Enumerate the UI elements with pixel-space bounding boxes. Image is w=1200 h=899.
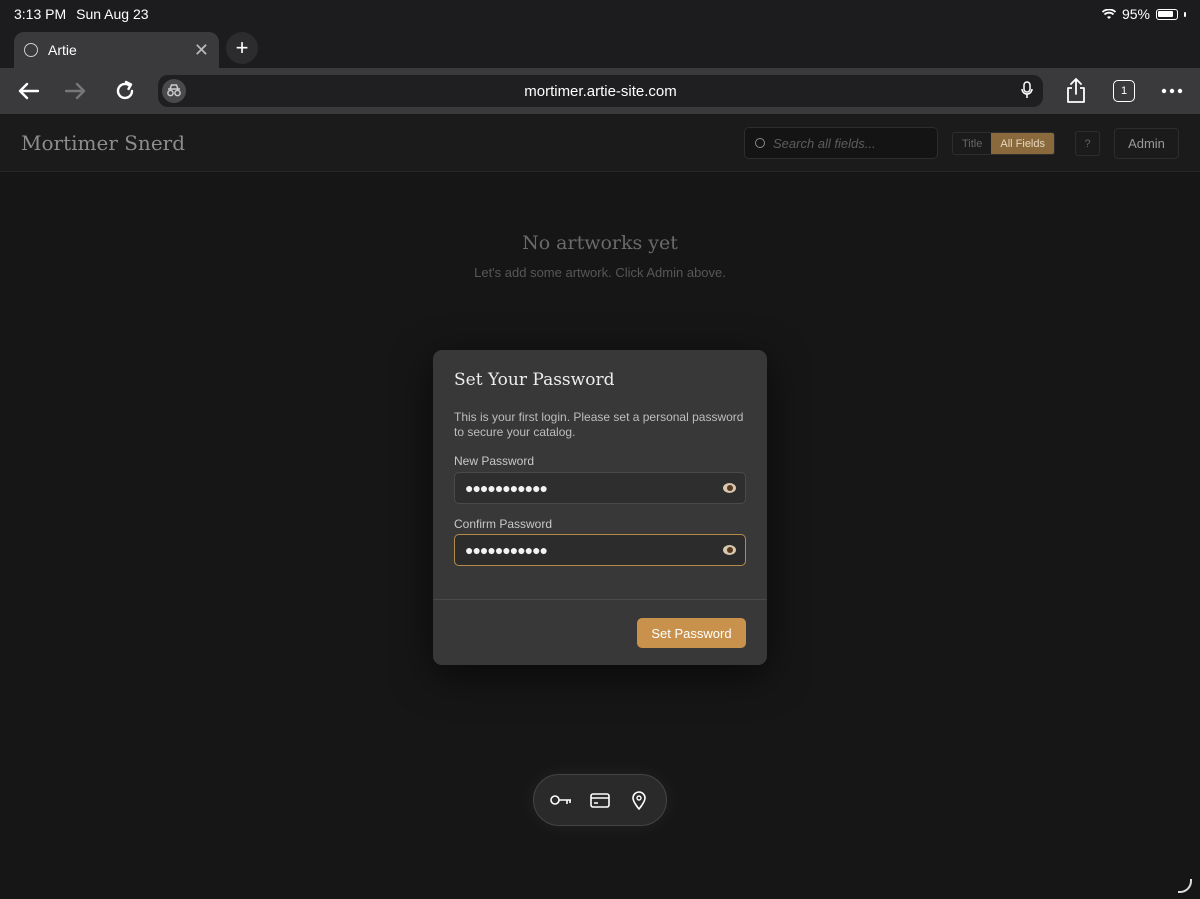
browser-toolbar: mortimer.artie-site.com 1 <box>0 68 1200 114</box>
toolbar-right: 1 <box>1065 68 1200 114</box>
search-input[interactable]: Search all fields... <box>744 127 938 159</box>
privacy-icon[interactable] <box>162 79 186 103</box>
confirm-password-label: Confirm Password <box>454 517 553 531</box>
microphone-icon[interactable] <box>1021 81 1033 99</box>
dialog-divider <box>433 599 767 600</box>
credit-card-icon[interactable] <box>588 788 612 812</box>
new-password-label: New Password <box>454 454 535 468</box>
wifi-icon <box>1101 8 1116 19</box>
share-icon[interactable] <box>1065 78 1087 104</box>
set-password-dialog: Set Your Password This is your first log… <box>433 350 767 665</box>
toggle-all-fields[interactable]: All Fields <box>991 133 1054 154</box>
reload-icon[interactable] <box>111 77 139 105</box>
help-button[interactable]: ? <box>1075 131 1100 156</box>
resize-handle-icon[interactable] <box>1178 879 1192 893</box>
new-password-field[interactable]: ●●●●●●●●●●● <box>454 472 746 504</box>
set-password-button[interactable]: Set Password <box>637 618 746 648</box>
status-time: 3:13 PM <box>14 6 67 22</box>
site-header: Mortimer Snerd Search all fields... Titl… <box>0 114 1200 172</box>
browser-tab[interactable]: Artie ✕ <box>14 32 219 68</box>
battery-icon <box>1156 8 1178 20</box>
search-icon <box>755 138 765 148</box>
forward-arrow-icon[interactable] <box>62 77 90 105</box>
toggle-title[interactable]: Title <box>953 133 991 154</box>
show-confirm-password-icon[interactable] <box>723 545 736 555</box>
close-tab-icon[interactable]: ✕ <box>194 40 209 61</box>
status-right: 95% <box>1101 6 1186 22</box>
confirm-password-field[interactable]: ●●●●●●●●●●● <box>454 534 746 566</box>
confirm-password-value: ●●●●●●●●●●● <box>465 542 548 558</box>
autofill-bar <box>533 774 667 826</box>
empty-state-subtitle: Let's add some artwork. Click Admin abov… <box>474 265 726 280</box>
empty-state-title: No artworks yet <box>522 232 678 254</box>
dialog-description: This is your first login. Please set a p… <box>454 410 744 439</box>
battery-percent: 95% <box>1121 6 1150 22</box>
location-pin-icon[interactable] <box>627 788 651 812</box>
globe-icon <box>24 43 38 57</box>
new-tab-button[interactable]: + <box>226 32 258 64</box>
search-scope-toggle: Title All Fields <box>952 132 1055 155</box>
battery-cap <box>1184 11 1186 17</box>
tab-overview-button[interactable]: 1 <box>1113 80 1135 102</box>
new-password-value: ●●●●●●●●●●● <box>465 480 548 496</box>
key-icon[interactable] <box>549 788 573 812</box>
dialog-title: Set Your Password <box>454 370 615 390</box>
tab-count: 1 <box>1120 85 1128 97</box>
site-brand[interactable]: Mortimer Snerd <box>21 131 185 155</box>
more-icon[interactable] <box>1161 88 1183 94</box>
tab-title: Artie <box>48 42 77 58</box>
back-arrow-icon[interactable] <box>14 77 42 105</box>
admin-button[interactable]: Admin <box>1114 128 1179 159</box>
tab-strip: Artie ✕ + <box>0 28 1200 68</box>
url-text: mortimer.artie-site.com <box>524 82 677 100</box>
search-placeholder: Search all fields... <box>773 135 876 151</box>
address-bar[interactable]: mortimer.artie-site.com <box>158 75 1043 107</box>
show-password-icon[interactable] <box>723 483 736 493</box>
status-date: Sun Aug 23 <box>76 6 149 22</box>
status-bar: 3:13 PM Sun Aug 23 95% <box>0 0 1200 28</box>
